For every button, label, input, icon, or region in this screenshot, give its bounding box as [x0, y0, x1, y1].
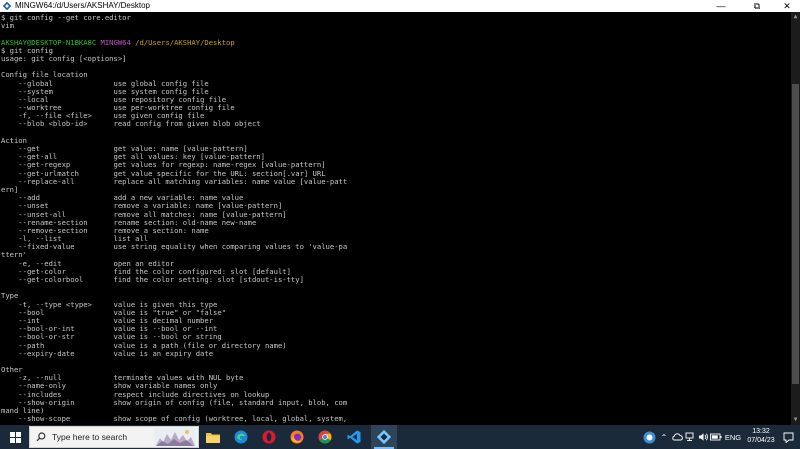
- search-highlight-illustration-icon: [154, 428, 196, 446]
- scroll-up-arrow-icon[interactable]: ▲: [792, 14, 799, 20]
- terminal-line: --blob <blob-id> read config from given …: [1, 119, 261, 129]
- chevron-up-icon: ⌃: [660, 432, 668, 442]
- minimize-button[interactable]: —: [708, 0, 734, 12]
- windows-logo-icon: [9, 431, 21, 443]
- speaker-icon: [698, 433, 708, 441]
- terminal-line: --replace-all replace all matching varia…: [1, 176, 348, 186]
- notification-icon: [783, 432, 793, 443]
- close-button[interactable]: ✕: [774, 0, 800, 12]
- volume-tray-icon[interactable]: [697, 425, 709, 449]
- show-hidden-icons-button[interactable]: ⌃: [658, 425, 670, 449]
- opera-browser-icon: [262, 430, 276, 444]
- edge-browser-icon: [234, 430, 248, 444]
- search-icon: [36, 432, 46, 442]
- weather-icon: [643, 431, 655, 443]
- battery-tray-icon[interactable]: [710, 425, 722, 449]
- battery-icon: [710, 433, 722, 441]
- git-bash-icon: [377, 430, 391, 444]
- terminal-scrollbar[interactable]: ▲ ▼: [791, 12, 800, 425]
- weather-widget[interactable]: [640, 425, 658, 449]
- onedrive-tray-icon[interactable]: [671, 425, 683, 449]
- taskbar-chrome[interactable]: [314, 425, 336, 449]
- chrome-browser-icon: [318, 430, 332, 444]
- taskbar-file-explorer[interactable]: [202, 425, 224, 449]
- terminal-line: $ git config --get core.editor: [1, 13, 131, 22]
- terminal-line: --show-origin show origin of config (fil…: [1, 397, 348, 407]
- terminal-line: --expiry-date value is an expiry date: [1, 348, 214, 358]
- start-button[interactable]: [4, 425, 26, 449]
- terminal-line: usage: git config [<options>]: [1, 53, 127, 63]
- scroll-down-arrow-icon[interactable]: ▼: [792, 417, 799, 423]
- taskbar-vscode[interactable]: [342, 425, 366, 449]
- terminal-area[interactable]: $ git config --get core.editor vim AKSHAY@…: [0, 12, 791, 425]
- network-icon: [685, 432, 693, 441]
- terminal-line: --fixed-value use string equality when c…: [1, 242, 348, 252]
- network-tray-icon[interactable]: [684, 425, 696, 449]
- clock-time: 13:32: [752, 428, 770, 435]
- system-tray: ⌃ ENG 13:32 07/04/23: [640, 425, 800, 449]
- file-explorer-icon: [206, 433, 220, 443]
- cloud-icon: [671, 433, 683, 441]
- language-indicator[interactable]: ENG: [724, 425, 742, 449]
- taskbar-opera[interactable]: [258, 425, 280, 449]
- firefox-browser-icon: [290, 430, 304, 444]
- taskbar: Type here to search ⌃ ENG 13:32 07/04/23: [0, 425, 800, 449]
- vscode-icon: [347, 430, 361, 444]
- window-titlebar: MINGW64:/d/Users/AKSHAY/Desktop — ⧉ ✕: [0, 0, 800, 12]
- terminal-output: $ git config --get core.editor vim AKSHAY@…: [1, 13, 348, 424]
- terminal-line: --get-colorbool find the color setting: …: [1, 275, 304, 284]
- taskbar-firefox[interactable]: [286, 425, 308, 449]
- prompt-shell-name: MINGW64: [100, 37, 131, 47]
- scrollbar-thumb[interactable]: [792, 84, 799, 384]
- taskbar-search-box[interactable]: Type here to search: [29, 426, 199, 448]
- taskbar-edge[interactable]: [230, 425, 252, 449]
- notifications-button[interactable]: [780, 425, 796, 449]
- prompt-path: /d/Users/AKSHAY/Desktop: [135, 37, 235, 47]
- terminal-line: --show-scope show scope of config (workt…: [1, 414, 348, 424]
- search-placeholder: Type here to search: [52, 432, 128, 442]
- taskbar-git-bash[interactable]: [371, 425, 397, 449]
- clock[interactable]: 13:32 07/04/23: [746, 428, 776, 445]
- git-bash-app-icon: [2, 1, 12, 11]
- maximize-button[interactable]: ⧉: [744, 0, 770, 12]
- language-label: ENG: [724, 432, 742, 442]
- terminal-line: vim: [1, 21, 14, 31]
- window-title: MINGW64:/d/Users/AKSHAY/Desktop: [15, 1, 150, 10]
- clock-date: 07/04/23: [747, 436, 775, 444]
